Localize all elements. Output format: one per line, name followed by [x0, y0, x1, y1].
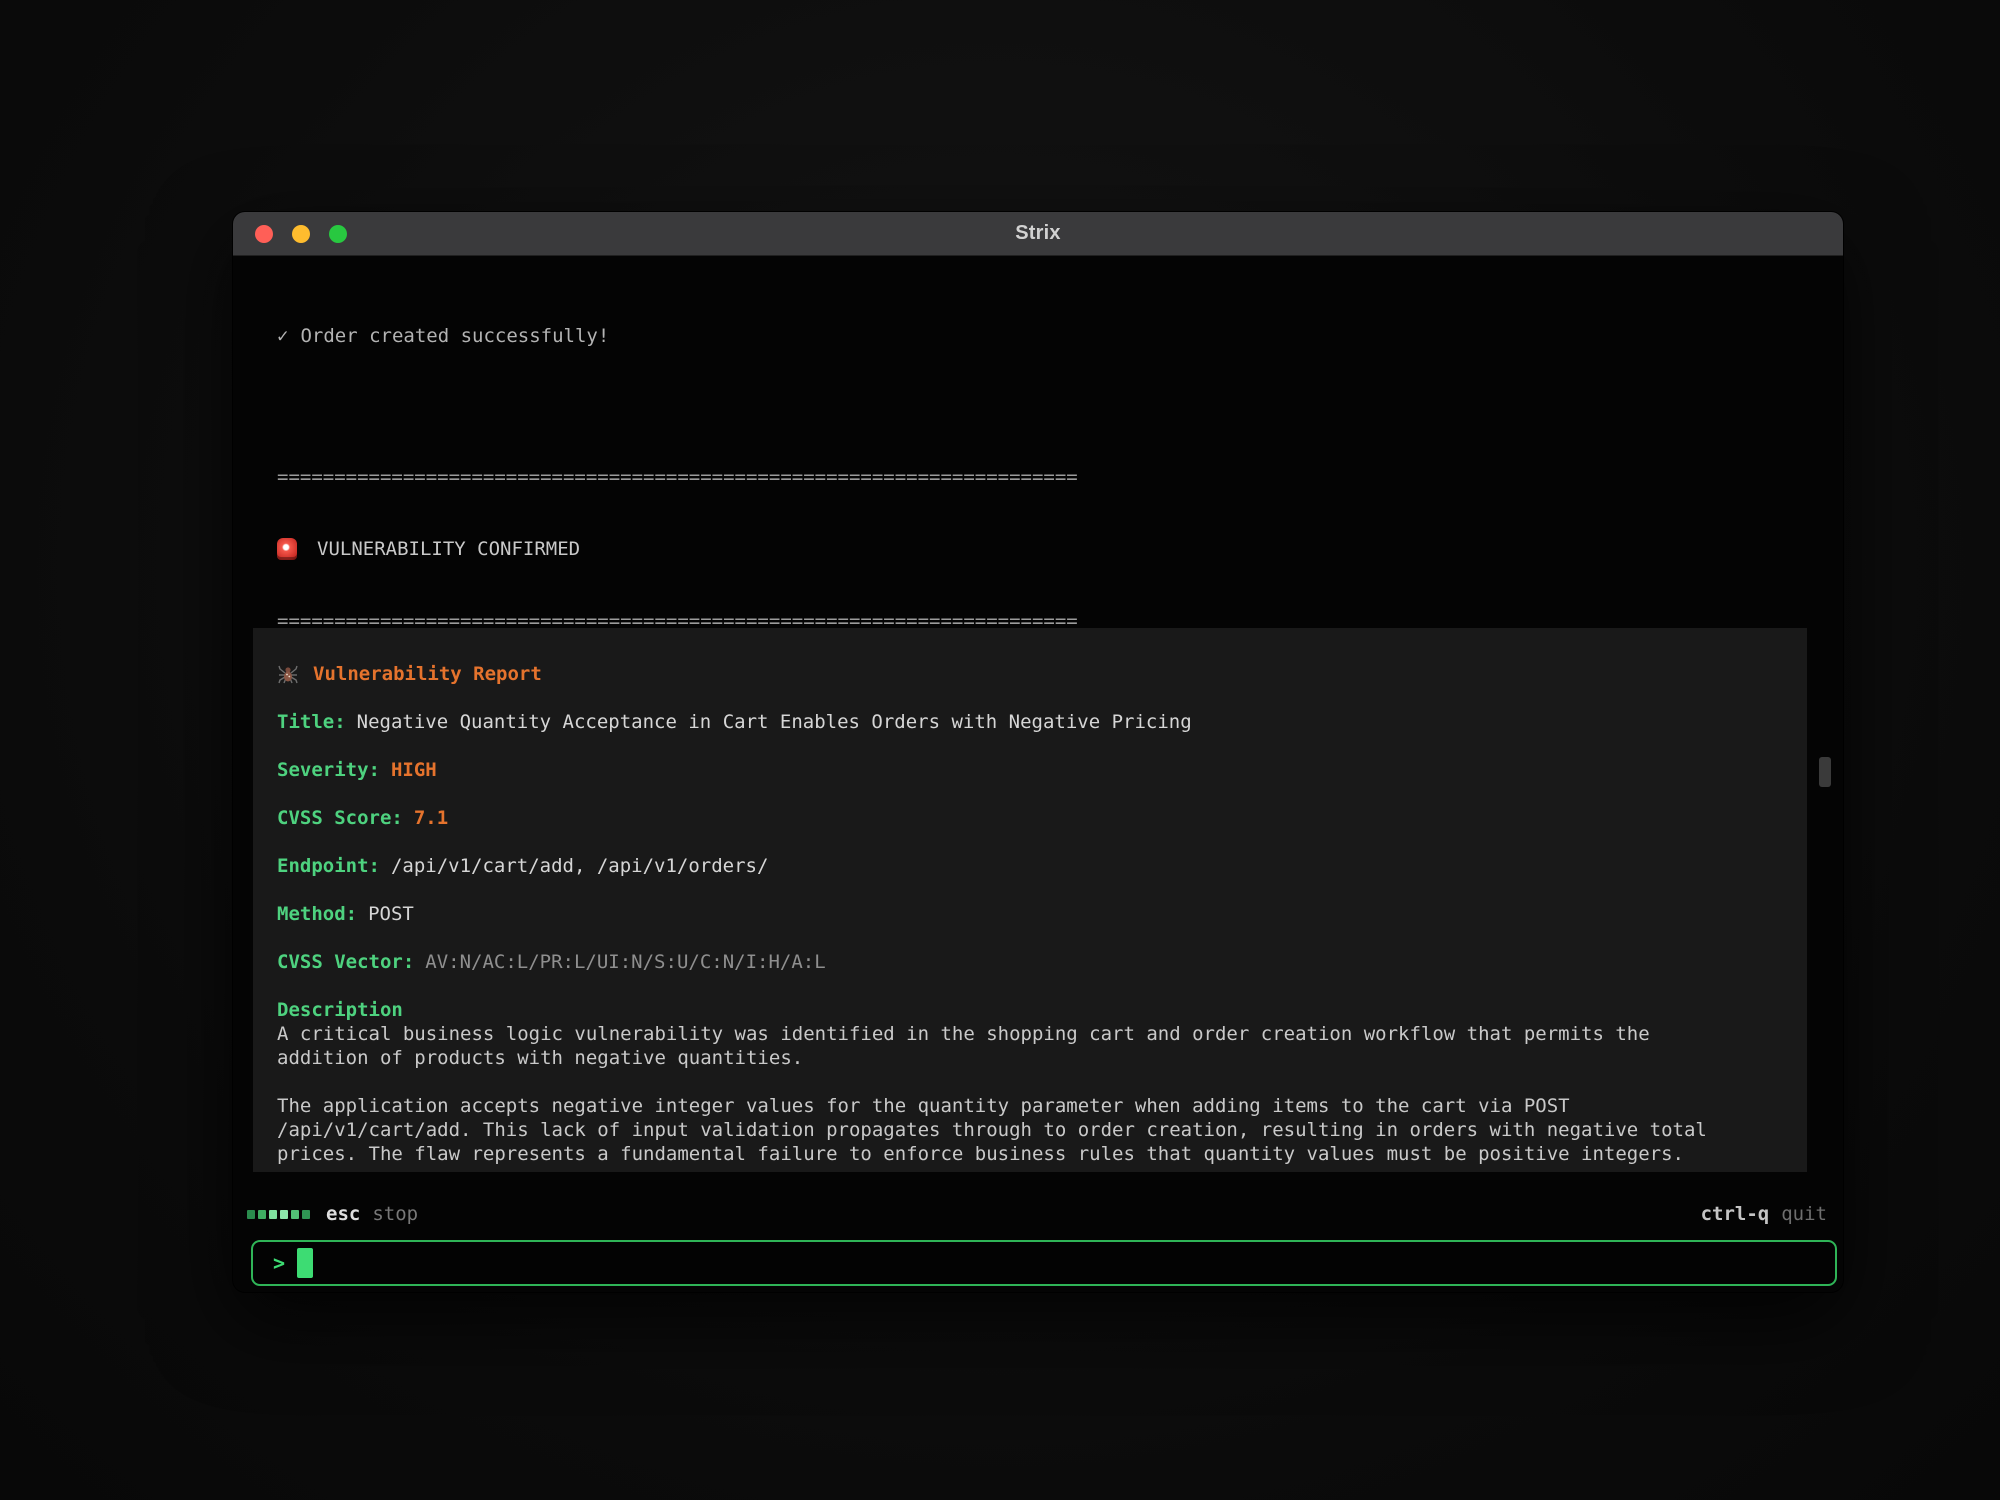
report-field-severity: Severity:HIGH [277, 758, 1783, 782]
app-window: Strix ✓ Order created successfully! =====… [233, 212, 1843, 1292]
spinner-block [302, 1210, 310, 1219]
description-heading: Description [277, 998, 1783, 1022]
description-paragraph: A critical business logic vulnerability … [277, 1022, 1737, 1070]
esc-action-label: stop [372, 1203, 418, 1225]
quit-hint-group: ctrl-q quit [1701, 1203, 1827, 1225]
siren-icon [277, 538, 297, 560]
vulnerability-confirmed-text: VULNERABILITY CONFIRMED [317, 537, 580, 561]
prompt-icon: > [273, 1251, 285, 1275]
spinner-block [258, 1210, 266, 1219]
report-field-title: Title:Negative Quantity Acceptance in Ca… [277, 710, 1783, 734]
spider-icon [277, 664, 299, 684]
spinner-block [291, 1210, 299, 1219]
report-heading-text: Vulnerability Report [313, 662, 542, 686]
report-field-method: Method:POST [277, 902, 1783, 926]
status-bar: esc stop ctrl-q quit [247, 1200, 1827, 1228]
report-field-endpoint: Endpoint:/api/v1/cart/add, /api/v1/order… [277, 854, 1783, 878]
check-icon: ✓ [277, 324, 288, 348]
separator-line: ========================================… [277, 465, 1803, 489]
order-success-text: Order created successfully! [300, 324, 609, 348]
window-title: Strix [1015, 222, 1060, 245]
spinner-block [247, 1210, 255, 1219]
ctrl-q-key-hint: ctrl-q [1701, 1203, 1770, 1225]
zoom-button[interactable] [329, 225, 347, 243]
order-success-line: ✓ Order created successfully! [277, 324, 1803, 348]
minimize-button[interactable] [292, 225, 310, 243]
spinner-block [269, 1210, 277, 1219]
quit-action-label: quit [1781, 1203, 1827, 1225]
text-cursor [297, 1248, 313, 1278]
spinner-block [280, 1210, 288, 1219]
title-bar: Strix [233, 212, 1843, 256]
command-input[interactable]: > [251, 1240, 1837, 1286]
close-button[interactable] [255, 225, 273, 243]
report-field-cvss-score: CVSS Score:7.1 [277, 806, 1783, 830]
scrollbar-thumb[interactable] [1819, 757, 1831, 787]
report-heading: Vulnerability Report [277, 662, 1783, 686]
report-field-cvss-vector: CVSS Vector:AV:N/AC:L/PR:L/UI:N/S:U/C:N/… [277, 950, 1783, 974]
vulnerability-report-panel: Vulnerability Report Title:Negative Quan… [253, 628, 1807, 1172]
vulnerability-confirmed-line: VULNERABILITY CONFIRMED [277, 537, 1803, 561]
esc-key-hint: esc [326, 1203, 360, 1225]
traffic-lights [255, 212, 347, 255]
description-paragraph: The application accepts negative integer… [277, 1094, 1737, 1166]
terminal-content: ✓ Order created successfully! ===========… [233, 256, 1843, 1292]
spinner-blocks [247, 1210, 310, 1219]
